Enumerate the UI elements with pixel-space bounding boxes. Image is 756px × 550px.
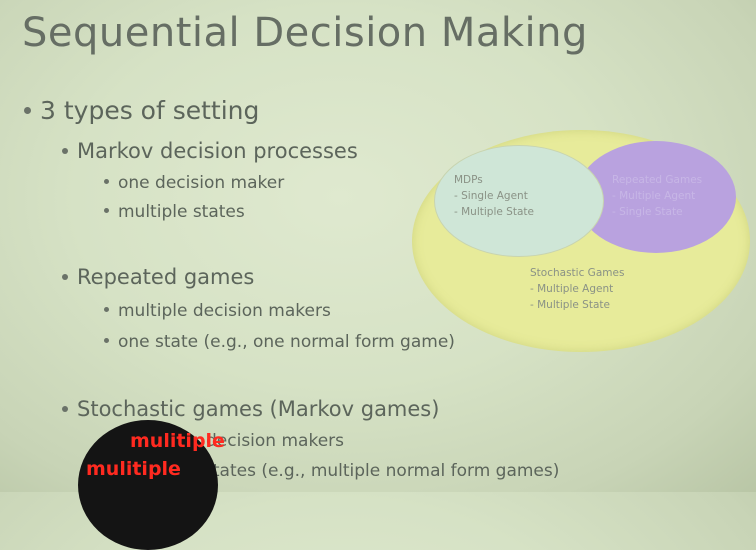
- bullet-dot-icon: [104, 307, 109, 312]
- venn-repeated-line1: - Multiple Agent: [612, 190, 696, 202]
- caption-top: mulitiple: [130, 430, 225, 452]
- bullet-multiple-normal-form-games: states (e.g., multiple normal form games…: [204, 461, 559, 481]
- bullet-text: one state (e.g., one normal form game): [118, 332, 455, 352]
- bullet-text: Stochastic games (Markov games): [77, 397, 440, 421]
- venn-repeated-line2: - Single State: [612, 206, 683, 218]
- caption-bottom: mulitiple: [86, 458, 181, 480]
- bullet-text: Repeated games: [77, 265, 255, 289]
- bullet-multiple-decision-makers: multiple decision makers: [104, 301, 331, 321]
- venn-stochastic-line2: - Multiple State: [530, 299, 610, 311]
- presentation-slide: Sequential Decision Making 3 types of se…: [0, 0, 756, 550]
- bullet-dot-icon: [62, 405, 68, 412]
- bullet-text: multiple states: [118, 202, 245, 222]
- venn-mdps-line1: - Single Agent: [454, 190, 528, 202]
- slide-title: Sequential Decision Making: [22, 10, 588, 56]
- bullet-decision-makers: decision makers: [206, 431, 344, 451]
- bullet-text: decision makers: [206, 431, 345, 451]
- venn-stochastic-label: Stochastic Games - Multiple Agent - Mult…: [530, 265, 624, 313]
- venn-mdps-line2: - Multiple State: [454, 206, 534, 218]
- bullet-dot-icon: [62, 273, 68, 280]
- venn-repeated-title: Repeated Games: [612, 174, 703, 186]
- bullet-multiple-states: multiple states: [104, 202, 245, 222]
- bullet-text: 3 types of setting: [40, 96, 260, 125]
- bullet-text: one decision maker: [118, 173, 285, 193]
- bullet-one-state: one state (e.g., one normal form game): [104, 332, 455, 352]
- bullet-text: multiple decision makers: [118, 301, 331, 321]
- bullet-dot-icon: [104, 338, 109, 343]
- bullet-repeated-games: Repeated games: [62, 265, 254, 289]
- bullet-dot-icon: [24, 106, 31, 114]
- bullet-dot-icon: [104, 179, 109, 184]
- bullet-types-of-setting: 3 types of setting: [24, 96, 259, 125]
- venn-mdps-label: MDPs - Single Agent - Multiple State: [454, 172, 534, 220]
- bullet-dot-icon: [104, 208, 109, 213]
- bullet-text: Markov decision processes: [77, 139, 358, 163]
- venn-stochastic-line1: - Multiple Agent: [530, 283, 614, 295]
- bullet-text: states (e.g., multiple normal form games…: [204, 461, 560, 481]
- bullet-dot-icon: [62, 147, 68, 154]
- bullet-markov-decision-processes: Markov decision processes: [62, 139, 358, 163]
- venn-stochastic-title: Stochastic Games: [530, 267, 625, 279]
- venn-mdps-title: MDPs: [454, 174, 483, 186]
- bullet-stochastic-games: Stochastic games (Markov games): [62, 397, 439, 421]
- venn-repeated-label: Repeated Games - Multiple Agent - Single…: [612, 172, 702, 220]
- bullet-one-decision-maker: one decision maker: [104, 173, 284, 193]
